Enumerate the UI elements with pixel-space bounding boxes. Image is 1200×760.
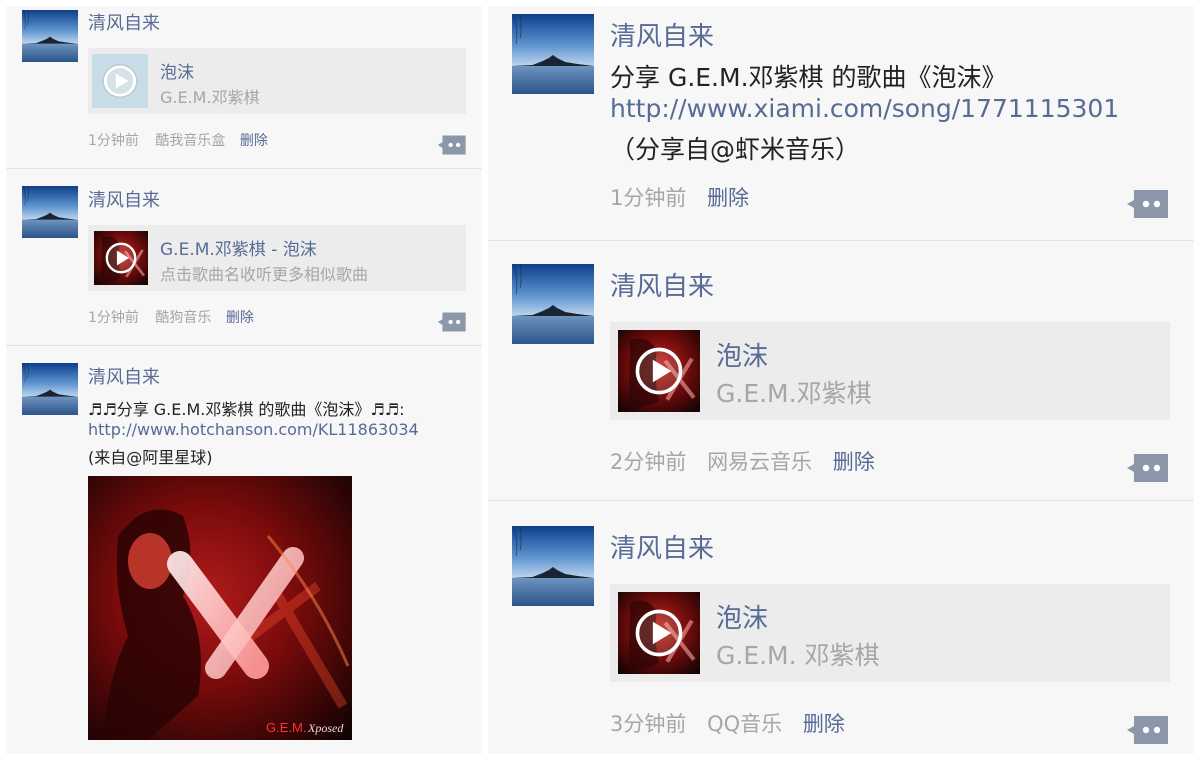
post-time: 1分钟前 [88,310,139,326]
feed-post: 清风自来 泡沫 G.E.M. 邓紫棋 3分钟前 QQ音乐 删除 [488,518,1194,754]
song-artist: G.E.M.邓紫棋 [160,88,260,107]
music-share-card[interactable]: 泡沫 G.E.M. 邓紫棋 [610,584,1170,682]
post-text: ♬♬分享 G.E.M.邓紫棋 的歌曲《泡沫》♬♬: [88,400,405,419]
delete-link[interactable]: 删除 [226,310,254,326]
post-meta: 2分钟前 网易云音乐 删除 [610,446,875,476]
lake-landscape-avatar [512,264,594,344]
post-time: 3分钟前 [610,712,687,736]
post-text: 分享 G.E.M.邓紫棋 的歌曲《泡沫》 [610,63,1007,92]
left-feed-panel: 清风自来 泡沫 G.E.M.邓紫棋 1分钟前 酷我音乐盒 删除 清风自来 G.E… [6,6,482,754]
post-divider [488,240,1194,241]
post-source: 网易云音乐 [707,450,813,474]
song-thumbnail[interactable] [94,231,148,285]
music-share-card[interactable]: 泡沫 G.E.M.邓紫棋 [88,48,466,114]
post-link[interactable]: http://www.hotchanson.com/KL11863034 [88,420,419,439]
user-name[interactable]: 清风自来 [88,186,160,212]
music-share-card[interactable]: G.E.M.邓紫棋 - 泡沫 点击歌曲名收听更多相似歌曲 [88,225,466,291]
user-name[interactable]: 清风自来 [610,16,714,53]
post-time: 1分钟前 [88,133,139,149]
feed-post: 清风自来 泡沫 G.E.M.邓紫棋 2分钟前 网易云音乐 删除 [488,256,1194,500]
lake-landscape-avatar [512,526,594,606]
delete-link[interactable]: 删除 [803,712,845,736]
feed-post: 清风自来 泡沫 G.E.M.邓紫棋 1分钟前 酷我音乐盒 删除 [6,6,482,168]
post-meta: 1分钟前 酷我音乐盒 删除 [88,130,268,150]
user-avatar[interactable] [22,10,78,62]
comment-bubble-icon[interactable] [1126,452,1170,484]
song-thumbnail[interactable] [618,330,700,412]
lake-landscape-avatar [22,186,78,238]
play-icon[interactable] [635,347,683,395]
delete-link[interactable]: 删除 [240,133,268,149]
song-artist: G.E.M.邓紫棋 [716,379,872,408]
comment-bubble-icon[interactable] [437,311,467,333]
post-meta: 3分钟前 QQ音乐 删除 [610,708,845,738]
music-share-card[interactable]: 泡沫 G.E.M.邓紫棋 [610,322,1170,420]
comment-bubble-icon[interactable] [1126,188,1170,220]
feed-post: 清风自来 分享 G.E.M.邓紫棋 的歌曲《泡沫》 http://www.xia… [488,6,1194,240]
post-meta: 1分钟前 酷狗音乐 删除 [88,307,254,327]
song-thumbnail[interactable] [92,54,148,108]
album-cover-image[interactable]: G.E.M. Xposed [88,476,352,740]
comment-bubble-icon[interactable] [437,134,467,156]
album-name: Xposed [307,721,344,735]
post-link[interactable]: http://www.xiami.com/song/1771115301 [610,94,1119,123]
post-source-note: (来自@阿里星球) [88,448,213,467]
post-source: 酷我音乐盒 [155,133,226,149]
song-title[interactable]: 泡沫 [160,58,194,83]
lake-landscape-avatar [512,14,594,94]
user-avatar[interactable] [22,186,78,238]
song-subtitle: 点击歌曲名收听更多相似歌曲 [160,265,369,284]
play-icon[interactable] [635,609,683,657]
user-name[interactable]: 清风自来 [610,266,714,303]
lake-landscape-avatar [22,363,78,415]
delete-link[interactable]: 删除 [707,186,749,210]
post-divider [6,168,482,169]
user-name[interactable]: 清风自来 [610,528,714,565]
song-thumbnail[interactable] [618,592,700,674]
song-title[interactable]: 泡沫 [716,336,768,373]
song-title[interactable]: G.E.M.邓紫棋 - 泡沫 [160,235,317,260]
post-source-note: （分享自@虾米音乐） [610,135,861,164]
user-avatar[interactable] [512,14,594,94]
user-avatar[interactable] [22,363,78,415]
play-icon[interactable] [105,242,137,274]
delete-link[interactable]: 删除 [833,450,875,474]
post-divider [488,500,1194,501]
user-name[interactable]: 清风自来 [88,9,160,35]
post-source: 酷狗音乐 [155,310,212,326]
album-brand: G.E.M. [266,720,306,735]
post-time: 1分钟前 [610,186,687,210]
feed-post: 清风自来 ♬♬分享 G.E.M.邓紫棋 的歌曲《泡沫》♬♬: http://ww… [6,360,482,754]
post-meta: 1分钟前 删除 [610,182,749,212]
song-artist: G.E.M. 邓紫棋 [716,641,880,670]
lake-landscape-avatar [22,10,78,62]
user-avatar[interactable] [512,526,594,606]
feed-post: 清风自来 G.E.M.邓紫棋 - 泡沫 点击歌曲名收听更多相似歌曲 1分钟前 酷… [6,183,482,345]
user-avatar[interactable] [512,264,594,344]
post-source: QQ音乐 [707,712,783,736]
post-divider [6,345,482,346]
comment-bubble-icon[interactable] [1126,714,1170,746]
song-title[interactable]: 泡沫 [716,598,768,635]
post-time: 2分钟前 [610,450,687,474]
user-name[interactable]: 清风自来 [88,363,160,389]
right-feed-panel: 清风自来 分享 G.E.M.邓紫棋 的歌曲《泡沫》 http://www.xia… [488,6,1194,754]
